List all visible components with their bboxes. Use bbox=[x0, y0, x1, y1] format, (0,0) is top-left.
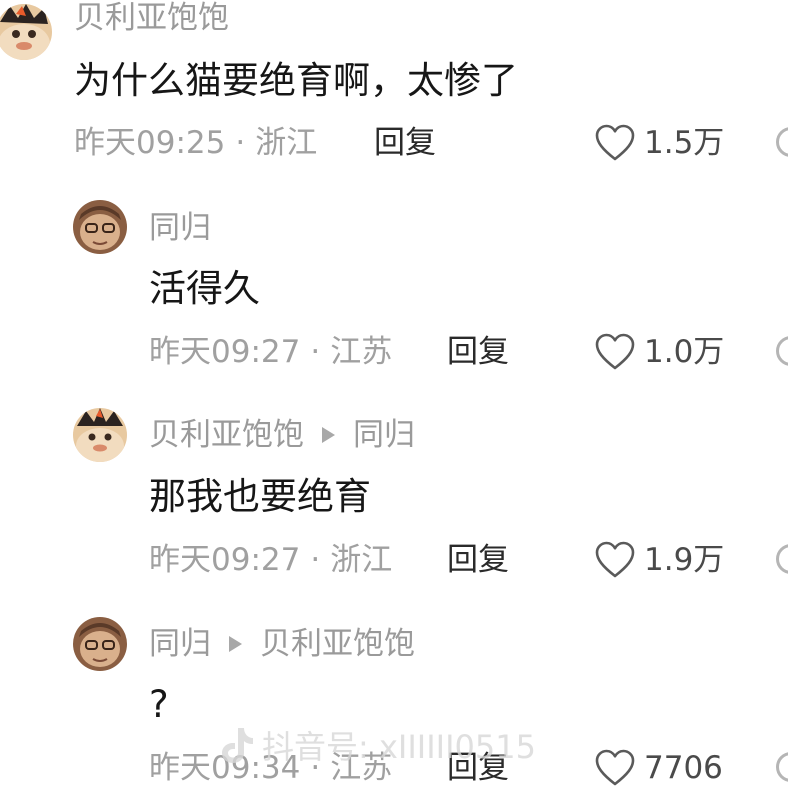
like-button[interactable]: 7706 bbox=[594, 746, 723, 790]
more-options-icon[interactable] bbox=[776, 752, 788, 782]
comment-meta: 昨天09:34 · 江苏 回复 7706 bbox=[0, 746, 788, 790]
comment-text: 活得久 bbox=[149, 267, 260, 310]
play-triangle-icon bbox=[229, 636, 242, 652]
separator: · bbox=[310, 750, 321, 786]
avatar[interactable] bbox=[73, 617, 127, 671]
comment-header: 贝利亚饱饱 bbox=[74, 0, 229, 38]
more-options-icon[interactable] bbox=[776, 336, 788, 366]
location: 浙江 bbox=[330, 542, 393, 578]
comment-meta: 昨天09:25 · 浙江 回复 1.5万 bbox=[0, 121, 788, 165]
heart-outline-icon bbox=[595, 124, 635, 161]
avatar[interactable] bbox=[0, 4, 52, 60]
timestamp: 昨天09:25 bbox=[74, 125, 226, 161]
play-triangle-icon bbox=[322, 427, 335, 443]
reply-button[interactable]: 回复 bbox=[447, 330, 509, 374]
like-count: 7706 bbox=[644, 750, 723, 786]
location: 江苏 bbox=[330, 334, 393, 370]
more-options-icon[interactable] bbox=[776, 127, 788, 157]
heart-outline-icon bbox=[595, 333, 635, 370]
like-count: 1.9万 bbox=[644, 542, 725, 578]
avatar[interactable] bbox=[73, 200, 127, 254]
comment-text: ? bbox=[149, 683, 169, 726]
heart-outline-icon bbox=[595, 749, 635, 786]
like-count: 1.0万 bbox=[644, 334, 725, 370]
time-location: 昨天09:34 · 江苏 bbox=[149, 746, 392, 790]
like-count: 1.5万 bbox=[644, 125, 725, 161]
comment-text: 为什么猫要绝育啊，太惨了 bbox=[74, 59, 518, 102]
like-button[interactable]: 1.0万 bbox=[594, 330, 724, 374]
like-button[interactable]: 1.5万 bbox=[594, 121, 724, 165]
separator: · bbox=[310, 542, 321, 578]
timestamp: 昨天09:34 bbox=[149, 750, 301, 786]
reply-button[interactable]: 回复 bbox=[447, 538, 509, 582]
username[interactable]: 同归 bbox=[149, 624, 211, 664]
avatar[interactable] bbox=[73, 408, 127, 462]
timestamp: 昨天09:27 bbox=[149, 542, 301, 578]
comment-thread: 贝利亚饱饱 为什么猫要绝育啊，太惨了 昨天09:25·浙江 回复 1.5万 bbox=[0, 0, 788, 788]
username[interactable]: 同归 bbox=[149, 208, 211, 248]
comment-text: 那我也要绝育 bbox=[149, 475, 371, 518]
reply-to-username[interactable]: 同归 bbox=[353, 415, 415, 455]
heart-outline-icon bbox=[595, 541, 635, 578]
time-location: 昨天09:27 · 浙江 bbox=[149, 538, 392, 582]
reply-button[interactable]: 回复 bbox=[447, 746, 509, 790]
timestamp: 昨天09:27 bbox=[149, 334, 301, 370]
like-button[interactable]: 1.9万 bbox=[594, 538, 724, 582]
comment-header: 同归 bbox=[149, 208, 211, 248]
username[interactable]: 贝利亚饱饱 bbox=[74, 0, 229, 38]
location: 浙江 bbox=[255, 125, 318, 161]
more-options-icon[interactable] bbox=[776, 544, 788, 574]
comment-header: 同归 贝利亚饱饱 bbox=[149, 624, 415, 664]
comment-meta: 昨天09:27 · 浙江 回复 1.9万 bbox=[0, 538, 788, 582]
reply-to-username[interactable]: 贝利亚饱饱 bbox=[260, 624, 415, 664]
separator: · bbox=[235, 125, 246, 161]
time-location: 昨天09:27 · 江苏 bbox=[149, 330, 392, 374]
comment-header: 贝利亚饱饱 同归 bbox=[149, 415, 415, 455]
comment-meta: 昨天09:27 · 江苏 回复 1.0万 bbox=[0, 330, 788, 374]
reply-button[interactable]: 回复 bbox=[374, 121, 436, 165]
separator: · bbox=[310, 334, 321, 370]
username[interactable]: 贝利亚饱饱 bbox=[149, 415, 304, 455]
location: 江苏 bbox=[330, 750, 393, 786]
time-location: 昨天09:25 · 浙江 bbox=[74, 121, 317, 165]
